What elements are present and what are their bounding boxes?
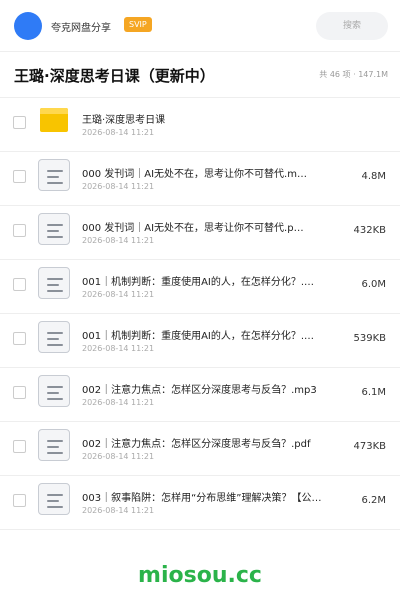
document-icon	[38, 321, 70, 353]
item-time: 2026-08-14 11:21	[82, 452, 155, 461]
item-name: 002｜注意力焦点：怎样区分深度思考与反刍？.pdf	[82, 439, 311, 450]
item-name: 000 发刊词｜AI无处不在，思考让你不可替代.m…	[82, 169, 307, 180]
list-item[interactable]: 王璐·深度思考日课 2026-08-14 11:21	[0, 98, 400, 152]
watermark-text: miosou.cc	[138, 563, 262, 588]
svip-badge: SVIP	[124, 17, 152, 32]
search-button[interactable]: 搜索	[316, 12, 388, 40]
list-item[interactable]: 001｜机制判断：重度使用AI的人，在怎样分化？.… 2026-08-14 11…	[0, 314, 400, 368]
item-time: 2026-08-14 11:21	[82, 344, 155, 353]
list-item[interactable]: 000 发刊词｜AI无处不在，思考让你不可替代.p… 2026-08-14 11…	[0, 206, 400, 260]
checkbox[interactable]	[13, 116, 26, 129]
checkbox[interactable]	[13, 386, 26, 399]
share-page: 夸克网盘分享 SVIP 搜索 王璐·深度思考日课（更新中） 共 46 项 · 1…	[0, 0, 400, 600]
checkbox[interactable]	[13, 278, 26, 291]
item-time: 2026-08-14 11:21	[82, 506, 155, 515]
checkbox[interactable]	[13, 494, 26, 507]
item-count: 共 46 项 · 147.1M	[319, 70, 388, 79]
avatar[interactable]	[14, 12, 42, 40]
page-title: 王璐·深度思考日课（更新中）	[14, 67, 215, 85]
checkbox[interactable]	[13, 170, 26, 183]
document-icon	[38, 213, 70, 245]
item-time: 2026-08-14 11:21	[82, 290, 155, 299]
file-list: 王璐·深度思考日课 2026-08-14 11:21 000 发刊词｜AI无处不…	[0, 98, 400, 530]
brand-name: 夸克网盘分享	[51, 23, 111, 34]
item-size: 539KB	[353, 333, 386, 344]
item-name: 000 发刊词｜AI无处不在，思考让你不可替代.p…	[82, 223, 304, 234]
item-time: 2026-08-14 11:21	[82, 398, 155, 407]
document-icon	[38, 159, 70, 191]
document-icon	[38, 429, 70, 461]
checkbox[interactable]	[13, 332, 26, 345]
item-name: 001｜机制判断：重度使用AI的人，在怎样分化？.…	[82, 277, 315, 288]
item-name: 002｜注意力焦点：怎样区分深度思考与反刍？.mp3	[82, 385, 317, 396]
item-size: 6.1M	[361, 387, 386, 398]
list-item[interactable]: 002｜注意力焦点：怎样区分深度思考与反刍？.pdf 2026-08-14 11…	[0, 422, 400, 476]
item-size: 432KB	[353, 225, 386, 236]
item-size: 6.0M	[361, 279, 386, 290]
document-icon	[38, 267, 70, 299]
list-item[interactable]: 001｜机制判断：重度使用AI的人，在怎样分化？.… 2026-08-14 11…	[0, 260, 400, 314]
item-time: 2026-08-14 11:21	[82, 182, 155, 191]
item-name: 001｜机制判断：重度使用AI的人，在怎样分化？.…	[82, 331, 315, 342]
list-item[interactable]: 002｜注意力焦点：怎样区分深度思考与反刍？.mp3 2026-08-14 11…	[0, 368, 400, 422]
list-item[interactable]: 003｜叙事陷阱：怎样用“分布思维”理解决策？【公… 2026-08-14 11…	[0, 476, 400, 530]
document-icon	[38, 483, 70, 515]
folder-icon	[38, 105, 70, 137]
checkbox[interactable]	[13, 440, 26, 453]
item-size: 473KB	[353, 441, 386, 452]
top-bar: 夸克网盘分享 SVIP 搜索	[0, 0, 400, 52]
folder-header: 王璐·深度思考日课（更新中） 共 46 项 · 147.1M	[0, 52, 400, 98]
document-icon	[38, 375, 70, 407]
item-size: 4.8M	[361, 171, 386, 182]
checkbox[interactable]	[13, 224, 26, 237]
item-time: 2026-08-14 11:21	[82, 128, 155, 137]
list-item[interactable]: 000 发刊词｜AI无处不在，思考让你不可替代.m… 2026-08-14 11…	[0, 152, 400, 206]
item-time: 2026-08-14 11:21	[82, 236, 155, 245]
item-name: 003｜叙事陷阱：怎样用“分布思维”理解决策？【公…	[82, 493, 322, 504]
item-name: 王璐·深度思考日课	[82, 115, 166, 126]
footer-watermark: miosou.cc	[0, 552, 400, 600]
item-size: 6.2M	[361, 495, 386, 506]
